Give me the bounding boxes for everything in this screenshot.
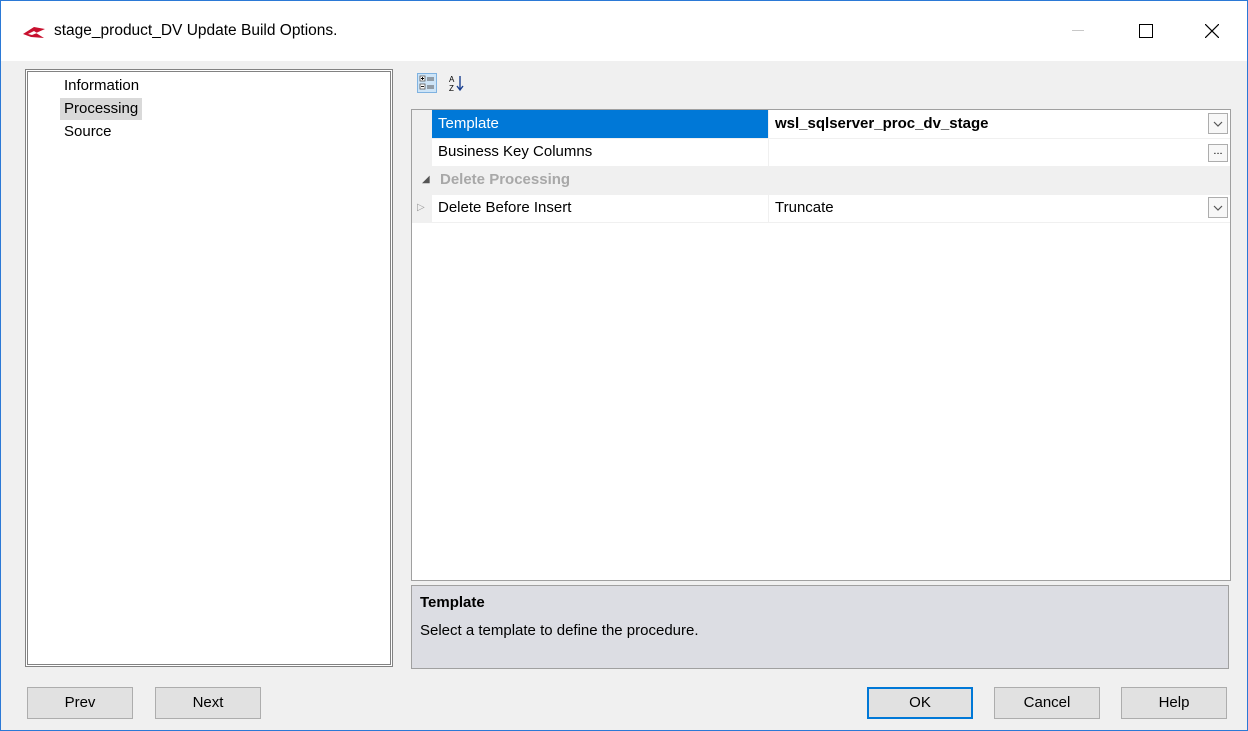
next-button[interactable]: Next <box>155 687 261 719</box>
minimize-button[interactable] <box>1055 11 1101 51</box>
property-value-business-key[interactable] <box>768 138 1206 166</box>
template-dropdown-button[interactable] <box>1208 113 1228 134</box>
title-bar: stage_product_DV Update Build Options. <box>1 1 1247 61</box>
options-tree[interactable]: Information Processing Source <box>25 69 393 667</box>
svg-text:Z: Z <box>449 84 454 93</box>
property-name-delete-before-insert: Delete Before Insert <box>438 199 572 216</box>
property-name-business-key: Business Key Columns <box>438 143 593 160</box>
categorized-view-button[interactable] <box>417 73 437 93</box>
tree-item-source[interactable]: Source <box>60 121 116 143</box>
business-key-ellipsis-button[interactable]: ... <box>1208 144 1228 162</box>
sort-alphabetical-icon: A Z <box>449 75 464 93</box>
maximize-icon <box>1139 24 1153 38</box>
minimize-icon <box>1072 30 1084 31</box>
window-title: stage_product_DV Update Build Options. <box>54 22 338 39</box>
close-button[interactable] <box>1189 11 1235 51</box>
maximize-button[interactable] <box>1123 11 1169 51</box>
property-row-template[interactable]: Template wsl_sqlserver_proc_dv_stage <box>412 110 1230 139</box>
prev-button[interactable]: Prev <box>27 687 133 719</box>
tree-item-processing[interactable]: Processing <box>60 98 143 120</box>
help-title: Template <box>420 594 485 611</box>
property-value-delete-before-insert[interactable]: Truncate <box>768 194 1206 222</box>
tree-item-information[interactable]: Information <box>60 75 143 97</box>
category-row-delete-processing[interactable]: ◢ Delete Processing <box>412 166 1230 195</box>
expand-triangle-icon[interactable]: ▷ <box>417 202 425 213</box>
svg-text:A: A <box>449 75 455 84</box>
delete-before-insert-dropdown-button[interactable] <box>1208 197 1228 218</box>
cancel-button[interactable]: Cancel <box>994 687 1100 719</box>
property-help-panel: Template Select a template to define the… <box>411 585 1229 669</box>
categorized-view-icon <box>417 73 437 93</box>
property-name-template: Template <box>432 110 768 138</box>
property-value-template[interactable]: wsl_sqlserver_proc_dv_stage <box>768 110 1206 138</box>
category-name-delete-processing: Delete Processing <box>440 171 571 188</box>
row-gutter <box>412 138 432 166</box>
close-icon <box>1205 24 1219 38</box>
row-gutter <box>412 110 432 138</box>
chevron-down-icon <box>1213 205 1223 211</box>
dialog-window: stage_product_DV Update Build Options. I… <box>0 0 1248 731</box>
property-row-delete-before-insert[interactable]: ▷ Delete Before Insert Truncate <box>412 194 1230 223</box>
property-row-business-key[interactable]: Business Key Columns ... <box>412 138 1230 167</box>
help-button[interactable]: Help <box>1121 687 1227 719</box>
alphabetical-sort-button[interactable]: A Z <box>447 73 467 93</box>
chevron-down-icon <box>1213 121 1223 127</box>
property-grid: Template wsl_sqlserver_proc_dv_stage Bus… <box>411 109 1231 581</box>
app-logo-icon <box>23 27 45 38</box>
help-description: Select a template to define the procedur… <box>420 622 699 639</box>
ok-button[interactable]: OK <box>867 687 973 719</box>
